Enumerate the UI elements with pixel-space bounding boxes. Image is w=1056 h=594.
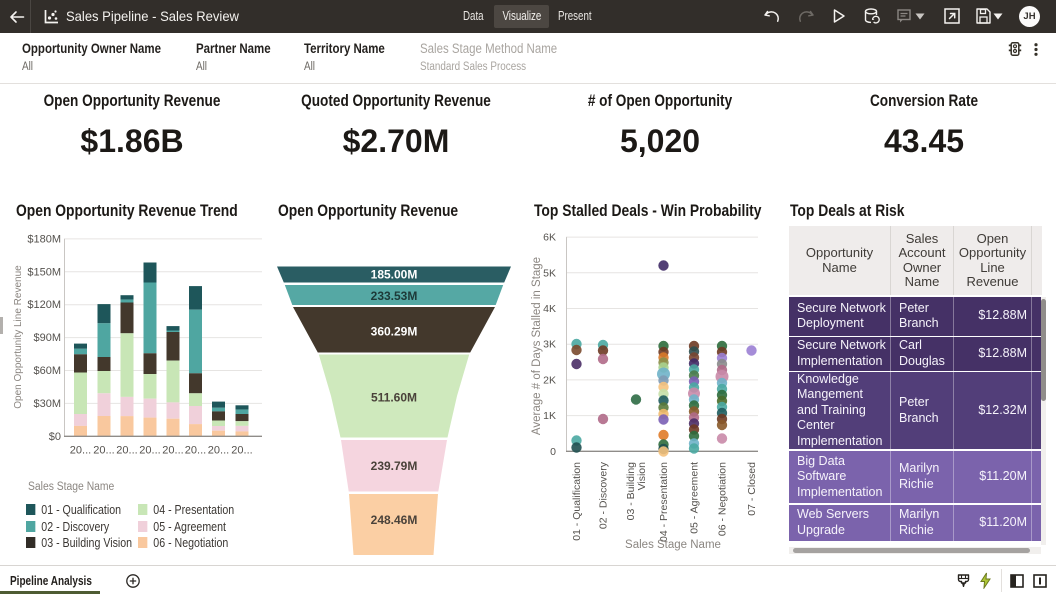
svg-text:20...: 20... [162,444,183,456]
svg-text:$120M: $120M [27,299,61,311]
svg-text:Average # of Days Stalled in S: Average # of Days Stalled in Stage [531,257,543,435]
svg-text:06 - Negotiation: 06 - Negotiation [717,462,729,536]
svg-text:3K: 3K [543,339,556,351]
svg-text:Sales Stage Name: Sales Stage Name [625,539,721,551]
svg-text:$0: $0 [49,431,61,443]
svg-text:$90M: $90M [33,332,61,344]
svg-text:239.79M: 239.79M [371,459,418,473]
svg-text:360.29M: 360.29M [371,325,418,339]
svg-text:5K: 5K [543,267,556,279]
svg-text:233.53M: 233.53M [371,289,418,303]
svg-text:02 - Discovery: 02 - Discovery [598,461,610,529]
svg-text:05 - Agreement: 05 - Agreement [689,462,701,534]
svg-text:20...: 20... [93,444,114,456]
svg-text:0: 0 [550,446,556,458]
svg-text:04 - Presentation: 04 - Presentation [658,462,670,542]
svg-text:$60M: $60M [33,365,61,377]
svg-text:Open Opportunity Line Revenue: Open Opportunity Line Revenue [13,265,24,409]
svg-text:$30M: $30M [33,398,61,410]
svg-text:20...: 20... [116,444,137,456]
svg-text:511.60M: 511.60M [371,391,417,405]
svg-text:185.00M: 185.00M [371,268,418,282]
svg-text:$180M: $180M [27,233,61,245]
svg-text:4K: 4K [543,303,556,315]
svg-text:20...: 20... [70,444,91,456]
svg-text:07 - Closed: 07 - Closed [746,462,758,516]
svg-text:20...: 20... [185,444,206,456]
svg-text:2K: 2K [543,374,556,386]
svg-text:$150M: $150M [27,266,61,278]
svg-text:20...: 20... [208,444,229,456]
svg-text:20...: 20... [139,444,160,456]
svg-text:1K: 1K [543,410,556,422]
svg-text:20...: 20... [231,444,252,456]
svg-text:01 - Qualification: 01 - Qualification [571,462,583,541]
svg-text:248.46M: 248.46M [371,513,418,527]
svg-text:Vision: Vision [636,462,648,491]
svg-text:6K: 6K [543,232,556,244]
